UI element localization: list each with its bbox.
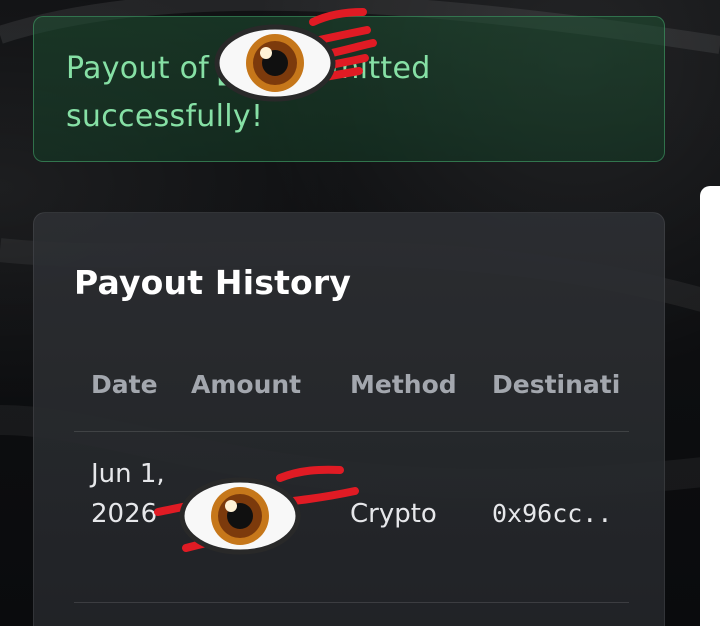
table-header: Date Amount Method Destinati — [74, 353, 629, 432]
page-scrollbar[interactable] — [700, 186, 720, 626]
payout-history-card: Payout History Date Amount Method Destin… — [33, 212, 665, 626]
payout-history-title: Payout History — [74, 263, 352, 302]
payout-method: Crypto — [350, 499, 437, 529]
payout-page: Payout of ██ submitted successfully! Pay… — [0, 0, 720, 626]
success-message: Payout of ██ submitted successfully! — [66, 51, 431, 134]
success-alert: Payout of ██ submitted successfully! — [33, 16, 665, 162]
payout-date: Jun 1, 2026 — [91, 459, 165, 529]
column-header-amount: Amount — [191, 370, 302, 399]
column-header-destination: Destinati — [492, 370, 621, 399]
column-header-date: Date — [91, 370, 158, 399]
payout-destination: 0x96cc.. — [492, 499, 613, 528]
payout-history-table: Date Amount Method Destinati Jun 1, 2026… — [74, 353, 629, 603]
column-header-method: Method — [350, 370, 457, 399]
table-row: Jun 1, 2026 Crypto 0x96cc.. — [74, 432, 629, 603]
